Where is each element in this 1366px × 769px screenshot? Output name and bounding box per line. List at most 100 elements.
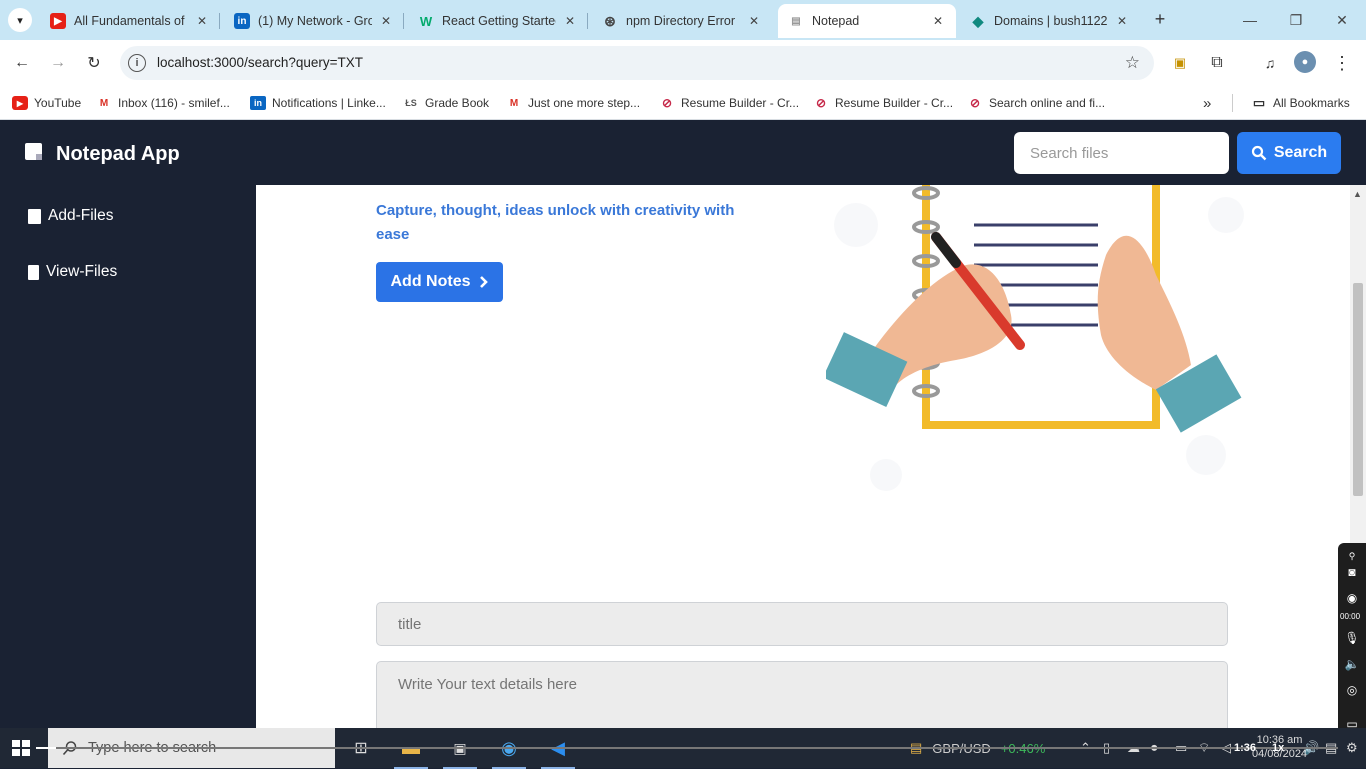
tab-label: React Getting Started — [442, 14, 556, 28]
video-progress-track[interactable] — [36, 747, 1338, 749]
youtube-icon: ▶ — [50, 13, 66, 29]
search-icon — [1251, 145, 1267, 161]
sidebar-item-view-files[interactable]: View-Files — [28, 263, 117, 281]
camera-icon[interactable]: ◙ — [1343, 563, 1361, 581]
browser-tab-active[interactable]: ▤ Notepad ✕ — [778, 4, 956, 38]
forward-icon[interactable]: → — [46, 51, 70, 75]
search-button[interactable]: Search — [1237, 132, 1341, 174]
resume-builder-icon: ⊘ — [815, 96, 827, 110]
gmail-icon: M — [509, 97, 519, 109]
tab-label: (1) My Network - Gro — [258, 14, 372, 28]
bookmark-label: Just one more step... — [528, 96, 641, 110]
address-bar[interactable]: i localhost:3000/search?query=TXT ☆ — [120, 46, 1154, 80]
puzzle-extensions-icon[interactable]: ⧉ — [1205, 51, 1229, 75]
close-icon[interactable]: ✕ — [1114, 13, 1130, 29]
menu-icon[interactable]: ⋮ — [1330, 51, 1354, 75]
restore-icon[interactable]: ❐ — [1284, 8, 1308, 32]
bookmark-item[interactable]: ▶ YouTube — [12, 93, 81, 113]
gmail-icon: M — [99, 97, 109, 109]
bookmark-item[interactable]: ⊘ Resume Builder - Cr... — [659, 93, 799, 113]
all-bookmarks[interactable]: ▭ All Bookmarks — [1251, 93, 1350, 113]
close-icon[interactable]: ✕ — [930, 13, 946, 29]
bookmark-item[interactable]: ⊘ Search online and fi... — [967, 93, 1105, 113]
sidebar-item-label: View-Files — [46, 263, 118, 280]
settings-gear-icon[interactable]: ⚙ — [1346, 740, 1358, 756]
sidebar-item-add-files[interactable]: Add-Files — [28, 207, 113, 225]
bookmark-item[interactable]: M Just one more step... — [506, 93, 640, 113]
reload-icon[interactable]: ↻ — [82, 51, 106, 75]
close-window-icon[interactable]: ✕ — [1330, 8, 1354, 32]
tab-label: npm Directory Error — [626, 14, 736, 28]
browser-tab[interactable]: W React Getting Started ✕ — [408, 4, 588, 38]
chevron-right-icon — [479, 276, 488, 288]
chatgpt-icon: ⊛ — [604, 12, 616, 29]
main-content: Capture, thought, ideas unlock with crea… — [256, 185, 1350, 728]
details-textarea[interactable] — [376, 661, 1228, 728]
page-favicon-icon: ▤ — [791, 15, 801, 27]
tab-search-button[interactable]: ▾ — [8, 8, 32, 32]
webcam-icon[interactable]: ◎ — [1343, 681, 1361, 699]
bookmark-label: All Bookmarks — [1273, 96, 1350, 110]
speaker-icon[interactable]: 🔈 — [1343, 655, 1361, 673]
browser-tab[interactable]: ▶ All Fundamentals of J ✕ — [40, 4, 220, 38]
browser-tab[interactable]: ◆ Domains | bush1122 ✕ — [960, 4, 1140, 38]
linkedin-icon: in — [250, 96, 266, 110]
bookmark-label: Search online and fi... — [989, 96, 1106, 110]
bookmark-star-icon[interactable]: ☆ — [1125, 53, 1140, 73]
close-icon[interactable]: ✕ — [562, 13, 578, 29]
video-progress-played — [36, 747, 56, 749]
close-icon[interactable]: ✕ — [378, 13, 394, 29]
more-bookmarks-icon[interactable]: » — [1203, 93, 1211, 113]
site-info-icon[interactable]: i — [128, 54, 146, 72]
bookmark-item[interactable]: ⊘ Resume Builder - Cr... — [813, 93, 953, 113]
video-playback-rate[interactable]: 1x — [1272, 742, 1284, 754]
bookmark-label: Resume Builder - Cr... — [835, 96, 954, 110]
browser-tab-strip: ▾ ▶ All Fundamentals of J ✕ in (1) My Ne… — [0, 0, 1366, 40]
resume-builder-icon: ⊘ — [661, 96, 673, 110]
app-brand[interactable]: Notepad App — [56, 143, 180, 166]
scroll-up-arrow-icon[interactable]: ▲ — [1353, 189, 1362, 199]
microphone-icon[interactable]: 🎙 — [1343, 629, 1361, 647]
linkedin-icon: in — [234, 13, 250, 29]
url-text[interactable]: localhost:3000/search?query=TXT — [157, 55, 363, 70]
back-icon[interactable]: ← — [10, 51, 34, 75]
hero-tagline: Capture, thought, ideas unlock with crea… — [376, 202, 735, 243]
add-notes-label: Add Notes — [390, 273, 471, 290]
file-icon — [28, 264, 39, 280]
new-tab-button[interactable]: + — [1150, 9, 1170, 29]
browser-tab[interactable]: in (1) My Network - Gro ✕ — [224, 4, 404, 38]
sidebar-item-label: Add-Files — [48, 207, 114, 224]
recording-time: 00:00 — [1340, 612, 1361, 621]
windows-start-icon[interactable] — [12, 740, 30, 756]
gradebook-icon: ŁS — [405, 98, 417, 108]
search-input[interactable] — [1014, 132, 1229, 174]
browser-tab[interactable]: ⊛ npm Directory Error ✕ — [592, 4, 772, 38]
divider — [1232, 94, 1233, 112]
scrollbar-thumb[interactable] — [1353, 283, 1363, 496]
media-control-icon[interactable]: ♫ — [1258, 51, 1282, 75]
profile-avatar[interactable]: ● — [1294, 51, 1316, 73]
add-notes-button[interactable]: Add Notes — [376, 262, 503, 302]
bookmark-label: Grade Book — [425, 96, 490, 110]
minimize-icon[interactable]: — — [1238, 8, 1262, 32]
notepad-writing-illustration — [826, 185, 1244, 491]
close-icon[interactable]: ✕ — [746, 13, 762, 29]
tab-label: All Fundamentals of J — [74, 14, 188, 28]
bookmark-label: Notifications | Linke... — [272, 96, 386, 110]
folder-icon: ▭ — [1252, 95, 1266, 110]
sidebar: Add-Files View-Files — [0, 185, 256, 728]
title-input[interactable] — [376, 602, 1228, 646]
search-site-icon: ⊘ — [969, 96, 981, 110]
record-icon[interactable]: ◉ — [1343, 589, 1361, 607]
bookmark-label: YouTube — [34, 96, 82, 110]
bookmark-item[interactable]: ŁS Grade Book — [403, 93, 489, 113]
screen-recorder-toolbar: ⚲ ◙ ◉ 00:00 🎙 🔈 ◎ ▭ — [1338, 543, 1366, 738]
bookmark-item[interactable]: in Notifications | Linke... — [250, 93, 386, 113]
youtube-icon: ▶ — [12, 96, 28, 110]
browser-toolbar: ← → ↻ i localhost:3000/search?query=TXT … — [0, 40, 1366, 86]
bookmark-item[interactable]: M Inbox (116) - smilef... — [96, 93, 230, 113]
extension-icon[interactable]: ▣ — [1168, 51, 1192, 75]
close-icon[interactable]: ✕ — [194, 13, 210, 29]
bookmark-label: Inbox (116) - smilef... — [118, 96, 230, 110]
w3schools-icon: W — [419, 13, 433, 29]
